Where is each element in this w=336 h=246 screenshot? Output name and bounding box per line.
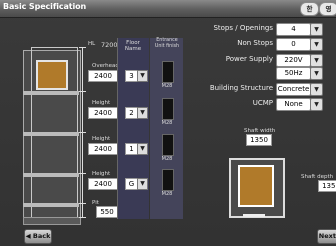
title-bar: Basic Specification 한 영: [0, 0, 336, 18]
dimension-tick: [79, 91, 86, 92]
basic-spec-window: Basic Specification 한 영 HL 7200 Overhead…: [0, 0, 336, 246]
structure-value: Concrete: [276, 83, 311, 96]
pit-field[interactable]: 550: [96, 206, 118, 218]
chevron-down-icon[interactable]: ▼: [310, 38, 323, 51]
dimension-tick: [79, 132, 86, 133]
power-value: 220V: [276, 54, 311, 67]
chevron-down-icon[interactable]: ▼: [310, 98, 323, 111]
height-field-3[interactable]: 2400: [88, 107, 118, 119]
chevron-down-icon[interactable]: ▼: [310, 54, 323, 67]
ucmp-label: UCMP: [252, 99, 273, 107]
floor-slab: [23, 91, 79, 95]
dimension-tick: [79, 173, 86, 174]
height-label: Height: [92, 136, 111, 142]
pit-area: [23, 217, 81, 225]
entrance-door-label: M28: [161, 191, 173, 197]
height-field-2[interactable]: 2400: [88, 143, 118, 155]
entrance-door-label: M28: [161, 156, 173, 162]
frequency-value: 50Hz: [276, 67, 311, 80]
chevron-down-icon[interactable]: ▼: [137, 178, 148, 190]
height-field-1[interactable]: 2400: [88, 178, 118, 190]
overhead-label: Overhead: [92, 63, 119, 69]
stops-value: 4: [276, 23, 311, 36]
entrance-door-label: M28: [161, 120, 173, 126]
shaft-depth-field[interactable]: 1350: [318, 180, 336, 192]
overhead-field[interactable]: 2400: [88, 70, 118, 82]
back-button[interactable]: ◀ Back: [24, 229, 52, 244]
entrance-door-1[interactable]: [162, 134, 174, 156]
lang-button-english[interactable]: 영: [319, 2, 336, 16]
power-label: Power Supply: [225, 55, 273, 63]
height-label: Height: [92, 171, 111, 177]
window-title: Basic Specification: [3, 2, 87, 11]
hl-value: 7200: [101, 41, 118, 49]
chevron-down-icon[interactable]: ▼: [137, 70, 148, 82]
chevron-down-icon[interactable]: ▼: [137, 107, 148, 119]
elevator-car: [36, 60, 68, 90]
hl-label: HL: [88, 41, 96, 47]
floor-slab: [23, 132, 79, 136]
chevron-down-icon[interactable]: ▼: [137, 143, 148, 155]
plan-car: [238, 165, 274, 207]
height-label: Height: [92, 100, 111, 106]
plan-door: [243, 214, 265, 217]
floor-name-column: [117, 38, 149, 219]
structure-label: Building Structure: [209, 84, 273, 92]
chevron-down-icon[interactable]: ▼: [310, 67, 323, 80]
chevron-down-icon[interactable]: ▼: [310, 83, 323, 96]
lang-button-korean[interactable]: 한: [300, 2, 319, 16]
entrance-door-3[interactable]: [162, 61, 174, 83]
dimension-tick: [79, 203, 86, 204]
floor-name-header: Floor Name: [124, 40, 142, 52]
next-button[interactable]: Next ▶: [317, 229, 336, 244]
ucmp-value: None: [276, 98, 311, 111]
entrance-door-g[interactable]: [162, 169, 174, 191]
dimension-tick: [79, 47, 86, 48]
dimension-tick: [79, 217, 86, 218]
floor-slab: [23, 203, 79, 207]
shaft-width-field[interactable]: 1350: [246, 134, 272, 146]
stops-label: Stops / Openings: [213, 24, 273, 32]
chevron-down-icon[interactable]: ▼: [310, 23, 323, 36]
floor-slab: [23, 173, 79, 177]
nonstops-value: 0: [276, 38, 311, 51]
nonstops-label: Non Stops: [237, 39, 273, 47]
